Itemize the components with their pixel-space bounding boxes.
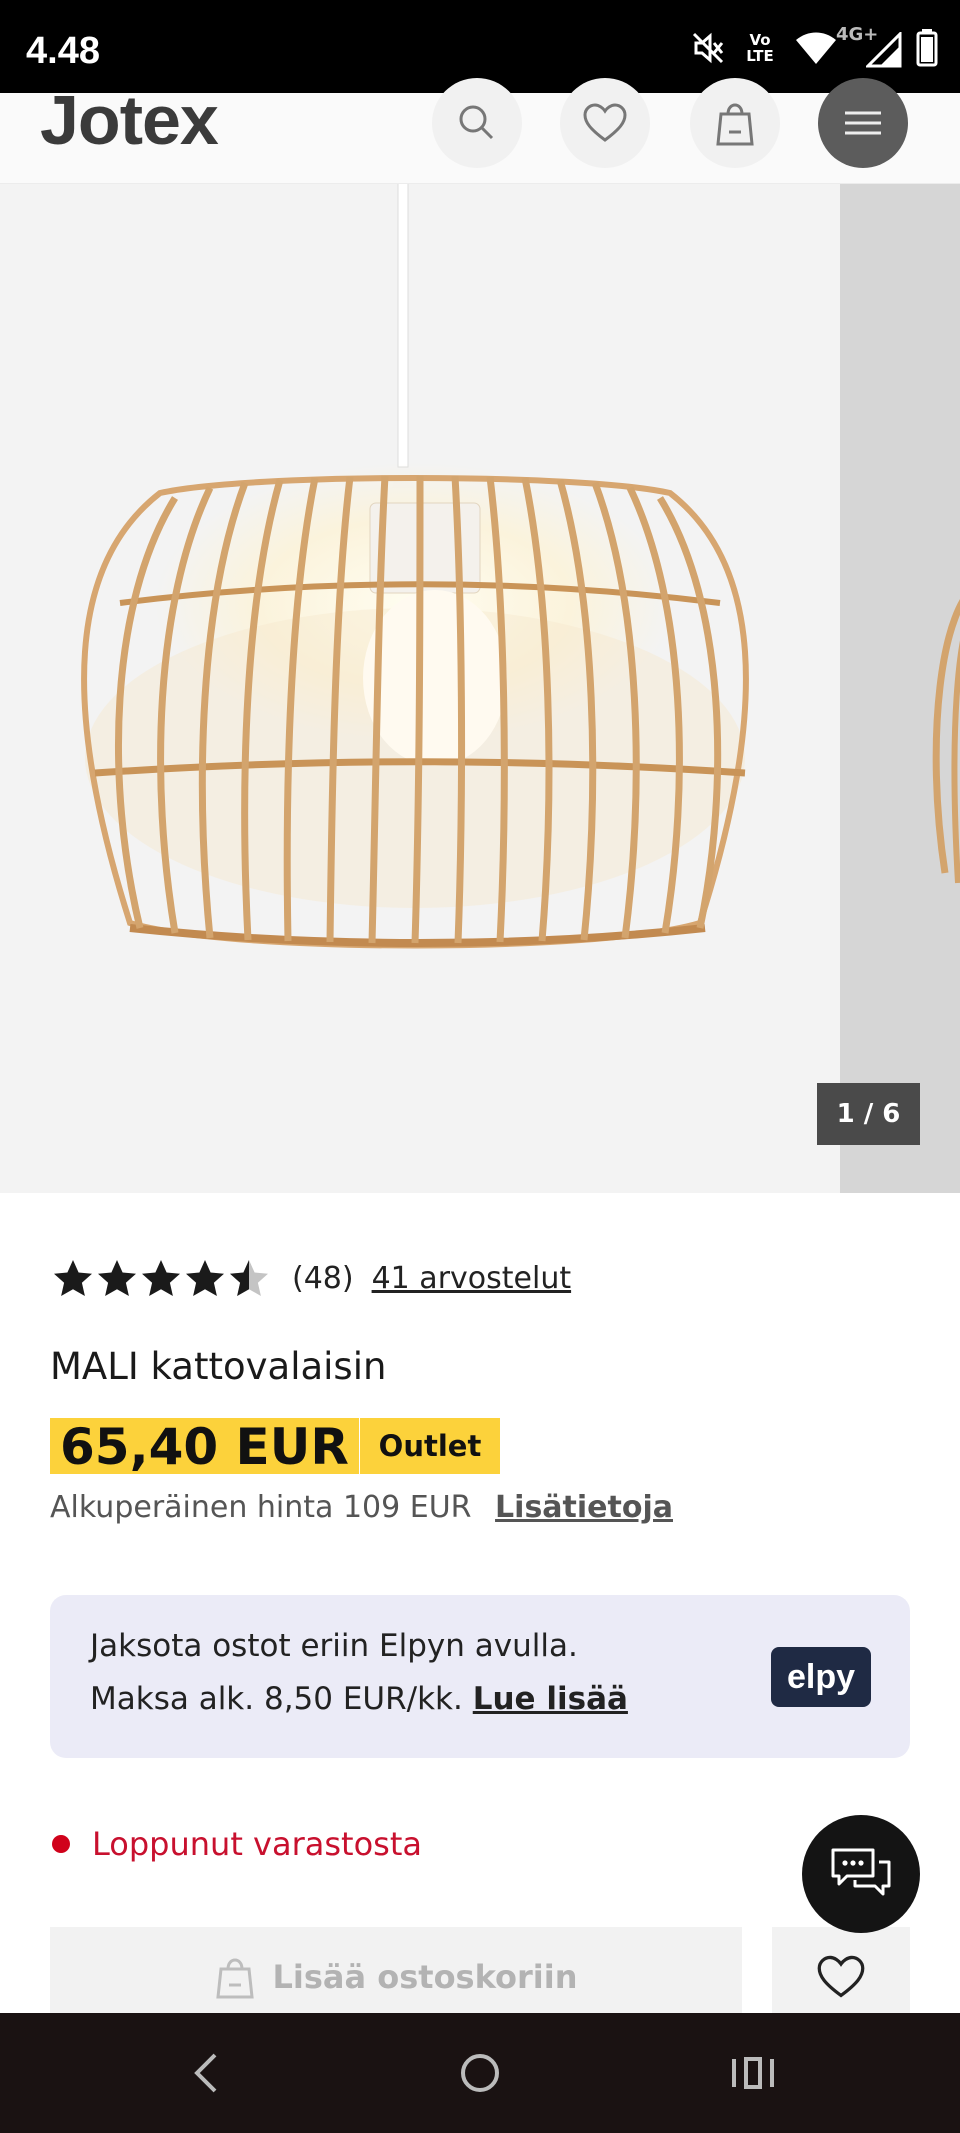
product-title: MALI kattovalaisin bbox=[50, 1345, 387, 1388]
stock-status: Loppunut varastosta bbox=[52, 1825, 422, 1863]
cart-button[interactable] bbox=[690, 78, 780, 168]
product-image bbox=[81, 183, 749, 949]
add-to-cart-label: Lisää ostoskoriin bbox=[272, 1958, 578, 1996]
half-star-icon bbox=[230, 1260, 268, 1296]
wifi-icon bbox=[796, 32, 836, 64]
gallery-counter: 1 / 6 bbox=[817, 1083, 920, 1145]
outlet-badge: Outlet bbox=[360, 1418, 500, 1474]
original-price-text: Alkuperäinen hinta 109 EUR bbox=[50, 1490, 472, 1525]
recents-button[interactable] bbox=[720, 2041, 784, 2105]
rating-stars bbox=[52, 1258, 270, 1298]
battery-icon bbox=[916, 29, 938, 67]
add-to-cart-button[interactable]: Lisää ostoskoriin bbox=[50, 1927, 742, 2027]
reviews-link[interactable]: 41 arvostelut bbox=[372, 1261, 572, 1296]
next-product-image bbox=[932, 599, 960, 884]
elpy-line-2-text: Maksa alk. 8,50 EUR/kk. bbox=[90, 1681, 463, 1717]
wishlist-button[interactable] bbox=[560, 78, 650, 168]
back-button[interactable] bbox=[175, 2041, 239, 2105]
elpy-read-more-link[interactable]: Lue lisää bbox=[473, 1681, 628, 1717]
product-rating[interactable]: (48) 41 arvostelut bbox=[52, 1253, 571, 1303]
elpy-line-1: Jaksota ostot eriin Elpyn avulla. bbox=[90, 1628, 578, 1664]
menu-button[interactable] bbox=[818, 78, 908, 168]
recents-icon bbox=[732, 2057, 774, 2089]
chat-icon bbox=[831, 1848, 891, 1896]
heart-icon bbox=[817, 1955, 865, 1998]
menu-icon bbox=[845, 111, 881, 135]
stock-status-text: Loppunut varastosta bbox=[92, 1825, 422, 1863]
product-price: 65,40 EUR bbox=[50, 1418, 359, 1476]
stock-status-dot bbox=[52, 1835, 70, 1853]
android-nav-bar bbox=[0, 2013, 960, 2133]
jotex-logo[interactable]: Jotex bbox=[40, 85, 219, 155]
search-icon bbox=[459, 105, 494, 140]
status-time: 4.48 bbox=[26, 30, 100, 72]
status-icons: Vo LTE 4G+ bbox=[690, 24, 938, 68]
next-slide-peek[interactable] bbox=[840, 183, 960, 1193]
home-button[interactable] bbox=[448, 2041, 512, 2105]
back-icon bbox=[194, 2053, 217, 2093]
rating-count: (48) bbox=[292, 1260, 354, 1296]
heart-icon bbox=[583, 103, 627, 142]
chat-button[interactable] bbox=[802, 1815, 920, 1933]
elpy-logo: elpy bbox=[771, 1647, 871, 1707]
signal-icon: 4G+ bbox=[836, 24, 902, 68]
star-icon bbox=[142, 1260, 180, 1296]
original-price: Alkuperäinen hinta 109 EUR Lisätietoja bbox=[50, 1490, 673, 1525]
star-icon bbox=[98, 1260, 136, 1296]
product-gallery[interactable]: 1 / 6 bbox=[0, 183, 960, 1193]
shopping-bag-icon bbox=[716, 103, 754, 146]
mute-icon bbox=[692, 32, 724, 64]
site-header: Jotex bbox=[0, 78, 960, 184]
add-to-wishlist-button[interactable] bbox=[772, 1927, 910, 2027]
shopping-bag-icon bbox=[215, 1958, 254, 1999]
home-icon bbox=[461, 2054, 499, 2092]
star-icon bbox=[54, 1260, 92, 1296]
elpy-line-2: Maksa alk. 8,50 EUR/kk. Lue lisää bbox=[90, 1681, 628, 1717]
more-info-link[interactable]: Lisätietoja bbox=[495, 1490, 673, 1525]
star-icon bbox=[186, 1260, 224, 1296]
search-button[interactable] bbox=[432, 78, 522, 168]
elpy-financing-box: Jaksota ostot eriin Elpyn avulla. Maksa … bbox=[50, 1595, 910, 1758]
volte-icon: Vo LTE bbox=[746, 31, 774, 65]
